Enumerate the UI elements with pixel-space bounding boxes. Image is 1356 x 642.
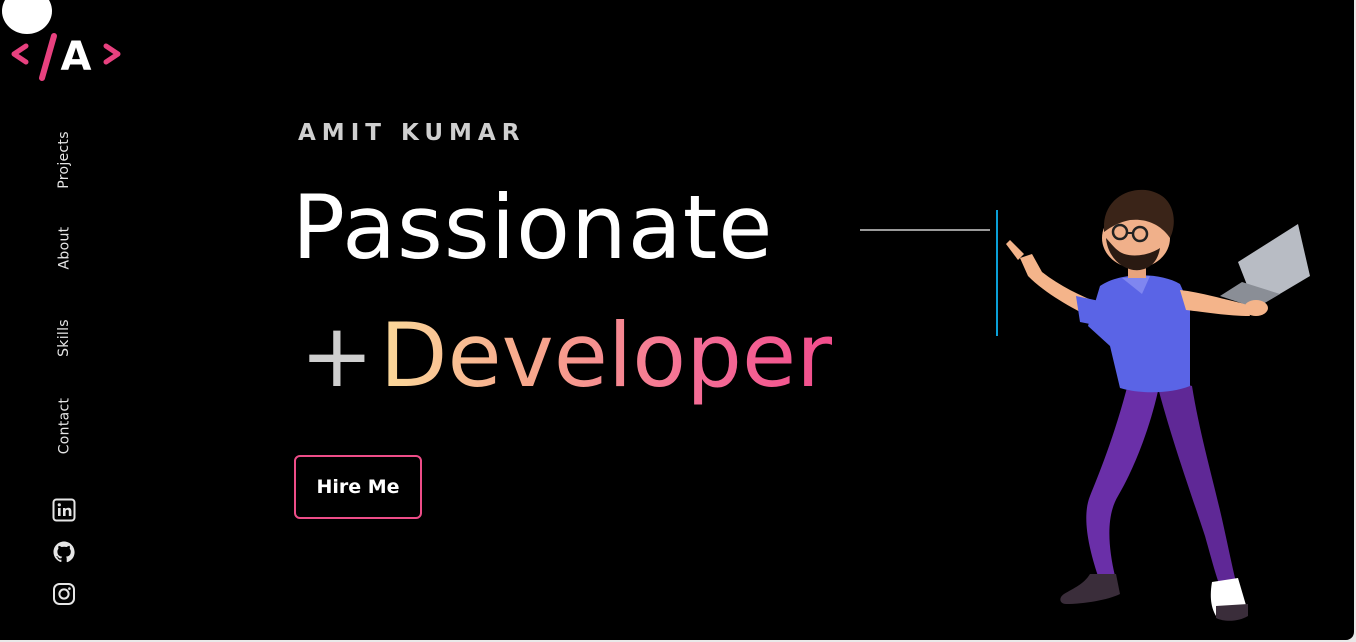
hero-role: Developer bbox=[380, 296, 833, 416]
nav-about[interactable]: About bbox=[42, 208, 86, 288]
nav-about-label: About bbox=[56, 226, 72, 270]
nav-projects-label: Projects bbox=[56, 131, 72, 189]
site-logo[interactable]: A bbox=[8, 30, 124, 86]
nav-skills-label: Skills bbox=[55, 319, 72, 357]
nav-skills[interactable]: Skills bbox=[42, 298, 86, 378]
page-frame: A Projects About Skills Contact AMIT KUM… bbox=[0, 0, 1354, 640]
cursor-follower bbox=[2, 0, 52, 34]
linkedin-icon bbox=[52, 498, 76, 522]
hero-role-line: + Developer bbox=[300, 296, 832, 416]
github-icon bbox=[53, 541, 75, 563]
hire-me-button[interactable]: Hire Me bbox=[294, 455, 422, 519]
developer-illustration bbox=[980, 176, 1330, 636]
github-link[interactable] bbox=[50, 538, 78, 566]
side-nav: Projects About Skills Contact bbox=[42, 120, 86, 480]
instagram-icon bbox=[53, 583, 75, 605]
nav-contact[interactable]: Contact bbox=[42, 386, 86, 466]
linkedin-link[interactable] bbox=[50, 496, 78, 524]
headline-divider bbox=[860, 229, 990, 231]
nav-projects[interactable]: Projects bbox=[42, 120, 86, 200]
logo-letter: A bbox=[61, 34, 92, 80]
developer-figure-icon bbox=[996, 189, 1310, 621]
hero-headline: Passionate bbox=[292, 176, 774, 279]
nav-contact-label: Contact bbox=[56, 397, 73, 455]
logo-mark-icon: A bbox=[11, 33, 121, 81]
hero-name: AMIT KUMAR bbox=[298, 120, 526, 146]
instagram-link[interactable] bbox=[50, 580, 78, 608]
plus-sign: + bbox=[300, 304, 374, 407]
